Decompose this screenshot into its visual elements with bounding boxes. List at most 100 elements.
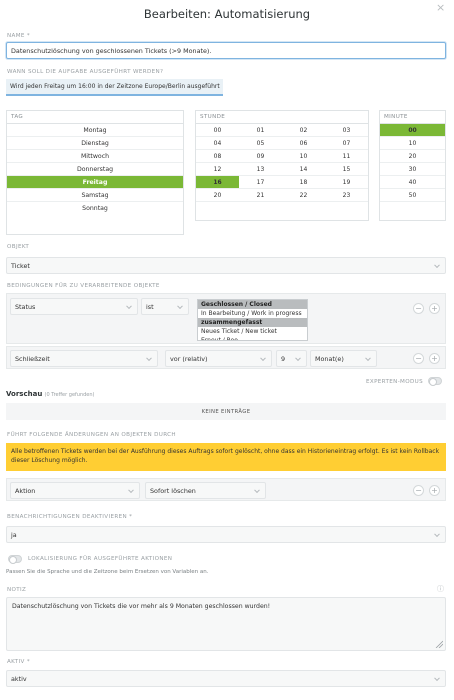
- minute-list: 00 10 20 30 40 50: [380, 124, 445, 202]
- localization-label: LOKALISIERUNG FÜR AUSGEFÜHRTE AKTIONEN: [28, 556, 173, 562]
- deletion-warning: Alle betroffenen Tickets werden bei der …: [6, 443, 446, 471]
- notifications-label: BENACHRICHTIGUNGEN DEAKTIVIEREN *: [7, 514, 133, 520]
- add-change-button[interactable]: +: [429, 485, 440, 496]
- change-attribute-select[interactable]: Aktion: [10, 482, 140, 499]
- condition-operator-select[interactable]: ist: [141, 298, 189, 315]
- condition-attribute-select[interactable]: Status: [10, 298, 138, 315]
- dialog-title: Bearbeiten: Automatisierung: [143, 7, 311, 21]
- condition2-unit-select[interactable]: Monat(e): [310, 350, 377, 367]
- condition-row-closetime: Schließzeit vor (relativ) 9 Monat(e) − +: [6, 346, 446, 369]
- hour-panel: STUNDE 00 01 02 03 04 05 06 07 08 09 10 11 12 13 14 15 1…: [195, 110, 369, 221]
- hour-option[interactable]: 19: [325, 176, 368, 189]
- hour-option[interactable]: 01: [239, 124, 282, 137]
- preview-title: Vorschau: [6, 390, 43, 398]
- hour-option[interactable]: 12: [196, 163, 239, 176]
- hour-option[interactable]: 02: [282, 124, 325, 137]
- hour-option[interactable]: 04: [196, 137, 239, 150]
- change-row: Aktion Sofort löschen − +: [6, 478, 446, 501]
- hour-option[interactable]: 09: [239, 150, 282, 163]
- day-option[interactable]: Mittwoch: [7, 150, 183, 163]
- chevron-down-icon: [254, 486, 260, 493]
- status-option[interactable]: In Bearbeitung / Work in progress: [198, 309, 307, 318]
- active-value: aktiv: [11, 674, 27, 683]
- status-option[interactable]: zusammengefasst: [198, 318, 307, 327]
- condition2-attribute-select[interactable]: Schließzeit: [10, 350, 158, 367]
- minute-option[interactable]: 30: [380, 163, 445, 176]
- minute-option[interactable]: 40: [380, 176, 445, 189]
- info-icon[interactable]: ⓘ: [437, 584, 444, 594]
- hour-option[interactable]: 11: [325, 150, 368, 163]
- minute-option[interactable]: 20: [380, 150, 445, 163]
- schedule-label: WANN SOLL DIE AUFGABE AUSGEFÜHRT WERDEN?: [7, 69, 164, 75]
- hour-option[interactable]: 21: [239, 189, 282, 202]
- remove-condition2-button[interactable]: −: [413, 353, 424, 364]
- day-option[interactable]: Samstag: [7, 189, 183, 202]
- localization-help: Passen Sie die Sprache und die Zeitzone …: [6, 569, 209, 575]
- hour-option[interactable]: 13: [239, 163, 282, 176]
- chevron-down-icon: [434, 261, 440, 268]
- day-option[interactable]: Sonntag: [7, 202, 183, 215]
- preview-hits: (0 Treffer gefunden): [44, 392, 95, 398]
- expert-mode-toggle[interactable]: [428, 377, 442, 386]
- active-label: AKTIV *: [7, 659, 30, 665]
- note-textarea[interactable]: Datenschutzlöschung von Tickets die vor …: [6, 597, 446, 651]
- hour-option[interactable]: 18: [282, 176, 325, 189]
- minute-option[interactable]: 10: [380, 137, 445, 150]
- condition2-operator-select[interactable]: vor (relativ): [165, 350, 272, 367]
- day-option[interactable]: Freitag: [7, 176, 183, 189]
- day-option[interactable]: Montag: [7, 124, 183, 137]
- conditions-label: BEDINGUNGEN FÜR ZU VERARBEITENDE OBJEKTE: [7, 283, 160, 289]
- status-option[interactable]: Neues Ticket / New ticket: [198, 327, 307, 336]
- localization-toggle[interactable]: [8, 555, 22, 564]
- condition2-attribute-value: Schließzeit: [15, 354, 50, 363]
- change-value-select[interactable]: Sofort löschen: [145, 482, 266, 499]
- chevron-down-icon: [128, 486, 134, 493]
- condition-attribute-value: Status: [15, 302, 36, 311]
- active-select[interactable]: aktiv: [6, 670, 446, 687]
- hour-option[interactable]: 10: [282, 150, 325, 163]
- object-select[interactable]: Ticket: [6, 257, 446, 274]
- schedule-summary-tab[interactable]: Wird jeden Freitag um 16:00 in der Zeitz…: [6, 79, 223, 96]
- add-condition2-button[interactable]: +: [429, 353, 440, 364]
- hour-option[interactable]: 20: [196, 189, 239, 202]
- hour-header: STUNDE: [196, 111, 368, 124]
- day-option[interactable]: Dienstag: [7, 137, 183, 150]
- day-option[interactable]: Donnerstag: [7, 163, 183, 176]
- hour-option[interactable]: 16: [196, 176, 239, 189]
- remove-change-button[interactable]: −: [413, 485, 424, 496]
- hour-option[interactable]: 17: [239, 176, 282, 189]
- chevron-down-icon: [146, 354, 152, 361]
- hour-option[interactable]: 15: [325, 163, 368, 176]
- hour-option[interactable]: 00: [196, 124, 239, 137]
- resize-handle-icon[interactable]: [435, 640, 443, 648]
- status-option[interactable]: Erneut / Reo…: [198, 336, 307, 340]
- hour-option[interactable]: 14: [282, 163, 325, 176]
- chevron-down-icon: [434, 530, 440, 537]
- minute-option[interactable]: 50: [380, 189, 445, 202]
- hour-option[interactable]: 07: [325, 137, 368, 150]
- minute-option[interactable]: 00: [380, 124, 445, 137]
- hour-option[interactable]: 03: [325, 124, 368, 137]
- chevron-down-icon: [295, 354, 301, 361]
- condition2-amount-select[interactable]: 9: [276, 350, 307, 367]
- name-field[interactable]: Datenschutzlöschung von geschlossenen Ti…: [6, 42, 446, 59]
- note-text: Datenschutzlöschung von Tickets die vor …: [12, 603, 271, 610]
- hour-option[interactable]: 06: [282, 137, 325, 150]
- notifications-select[interactable]: ja: [6, 526, 446, 543]
- preview-empty-bar: KEINE EINTRÄGE: [6, 403, 446, 420]
- add-condition-button[interactable]: +: [429, 303, 440, 314]
- chevron-down-icon: [177, 302, 183, 309]
- hour-option[interactable]: 23: [325, 189, 368, 202]
- change-value-text: Sofort löschen: [150, 486, 196, 495]
- day-list: Montag Dienstag Mittwoch Donnerstag Freitag S…: [7, 124, 183, 215]
- hour-option[interactable]: 05: [239, 137, 282, 150]
- preview-heading: Vorschau (0 Treffer gefunden): [6, 390, 95, 398]
- hour-option[interactable]: 22: [282, 189, 325, 202]
- remove-condition-button[interactable]: −: [413, 303, 424, 314]
- minute-header: MINUTE: [380, 111, 445, 124]
- status-option[interactable]: Geschlossen / Closed: [198, 300, 307, 309]
- close-icon[interactable]: ×: [436, 1, 445, 14]
- condition2-amount-value: 9: [281, 354, 286, 363]
- status-multiselect[interactable]: Geschlossen / Closed In Bearbeitung / Wor…: [197, 299, 308, 341]
- hour-option[interactable]: 08: [196, 150, 239, 163]
